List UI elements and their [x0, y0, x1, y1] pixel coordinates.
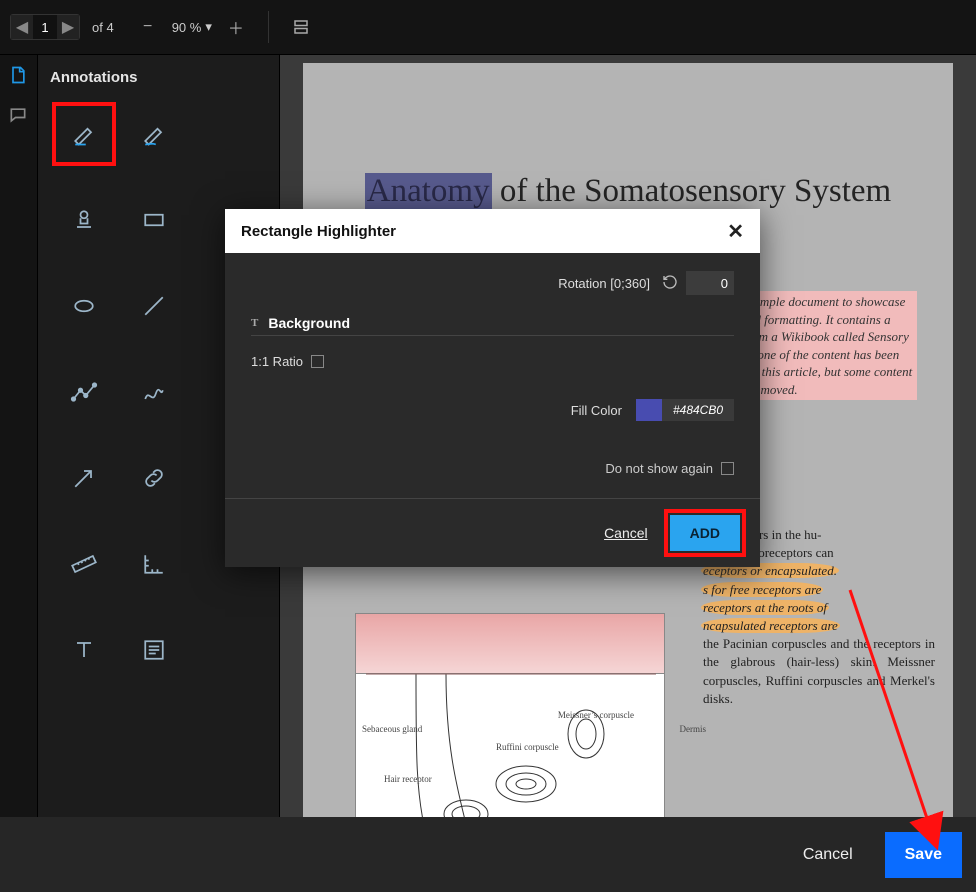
ruler-tool[interactable] — [56, 536, 112, 592]
rotation-input[interactable] — [686, 271, 734, 295]
dialog-add-button[interactable]: ADD — [670, 515, 740, 551]
left-rail — [0, 55, 38, 817]
ratio-row: 1:1 Ratio — [251, 354, 734, 369]
next-page-button[interactable]: ▶ — [57, 15, 79, 39]
body-line: the Pacinian corpuscles and the receptor… — [703, 636, 935, 706]
stamp-tool[interactable] — [56, 192, 112, 248]
rotation-label: Rotation [0;360] — [558, 276, 650, 291]
color-hex: #484CB0 — [662, 399, 734, 421]
text-icon: T — [251, 317, 258, 329]
fill-color-label: Fill Color — [571, 403, 622, 418]
title-rest: of the Somatosensory System — [492, 173, 892, 209]
zoom-value-text: 90 % — [172, 20, 202, 35]
highlighter-tool[interactable] — [126, 106, 182, 162]
save-button[interactable]: Save — [885, 832, 962, 878]
anatomy-figure: Dermis Meissner’s corpuscle Sebaceous gl… — [355, 613, 665, 817]
rotation-reset-icon[interactable] — [662, 274, 680, 292]
orange-highlight: eceptors or encapsulated. — [703, 563, 837, 578]
line-tool[interactable] — [126, 278, 182, 334]
ratio-label: 1:1 Ratio — [251, 354, 303, 369]
orange-highlight: ncapsulated receptors are — [703, 618, 838, 633]
background-section-title: T Background — [251, 315, 734, 336]
ellipse-tool[interactable] — [56, 278, 112, 334]
figure-label: Hair receptor — [384, 774, 432, 784]
polyline-tool[interactable] — [56, 364, 112, 420]
zoom-controls: − 90 % ▾ ＋ — [134, 13, 250, 41]
figure-label: Meissner’s corpuscle — [558, 710, 634, 720]
color-preview — [636, 399, 662, 421]
rotation-spinner — [662, 271, 734, 295]
highlighted-word: Anatomy — [365, 173, 492, 209]
annotations-tab-icon[interactable] — [8, 65, 30, 87]
measure-tool[interactable] — [126, 536, 182, 592]
freehand-tool[interactable] — [126, 364, 182, 420]
do-not-show-row: Do not show again — [251, 461, 734, 476]
do-not-show-checkbox[interactable] — [721, 462, 734, 475]
fill-color-row: Fill Color #484CB0 — [251, 399, 734, 421]
rectangle-tool[interactable] — [126, 192, 182, 248]
background-label: Background — [268, 315, 350, 331]
figure-label: Sebaceous gland — [362, 724, 422, 734]
chevron-down-icon: ▾ — [205, 19, 212, 35]
rectangle-highlighter-tool[interactable] — [56, 106, 112, 162]
text-tool[interactable] — [56, 622, 112, 678]
close-icon[interactable]: ✕ — [727, 219, 744, 244]
bottom-bar: Cancel Save — [0, 817, 976, 892]
arrow-tool[interactable] — [56, 450, 112, 506]
link-tool[interactable] — [126, 450, 182, 506]
ratio-checkbox[interactable] — [311, 355, 324, 368]
document-title: Anatomy of the Somatosensory System — [347, 173, 909, 210]
add-button-highlight: ADD — [670, 515, 740, 551]
page-navigator: ◀ ▶ — [10, 14, 80, 40]
do-not-show-label: Do not show again — [605, 461, 713, 476]
dialog-cancel-button[interactable]: Cancel — [604, 525, 648, 541]
top-toolbar: ◀ ▶ of 4 − 90 % ▾ ＋ — [0, 0, 976, 55]
dialog-body: Rotation [0;360] T Background 1:1 Ratio … — [225, 253, 760, 498]
rectangle-highlighter-dialog: Rectangle Highlighter ✕ Rotation [0;360]… — [225, 209, 760, 567]
figure-label: Dermis — [680, 724, 707, 734]
zoom-value[interactable]: 90 % ▾ — [172, 19, 212, 35]
note-tool[interactable] — [126, 622, 182, 678]
cancel-button[interactable]: Cancel — [785, 834, 871, 876]
dialog-title: Rectangle Highlighter — [241, 223, 396, 240]
annotations-title: Annotations — [50, 69, 267, 86]
fill-color-swatch[interactable]: #484CB0 — [636, 399, 734, 421]
rotation-row: Rotation [0;360] — [251, 271, 734, 295]
comments-tab-icon[interactable] — [8, 105, 30, 127]
orange-highlight: receptors at the roots of — [703, 600, 827, 615]
zoom-out-button[interactable]: − — [134, 13, 162, 41]
dialog-footer: Cancel ADD — [225, 498, 760, 567]
orange-highlight: s for free receptors are — [703, 582, 821, 597]
figure-label: Ruffini corpuscle — [496, 742, 559, 752]
page-number-input[interactable] — [33, 15, 57, 39]
page-count-label: of 4 — [92, 20, 114, 35]
toolbar-separator — [268, 11, 269, 43]
dialog-header: Rectangle Highlighter ✕ — [225, 209, 760, 253]
zoom-in-button[interactable]: ＋ — [222, 13, 250, 41]
layout-icon[interactable] — [287, 13, 315, 41]
prev-page-button[interactable]: ◀ — [11, 15, 33, 39]
